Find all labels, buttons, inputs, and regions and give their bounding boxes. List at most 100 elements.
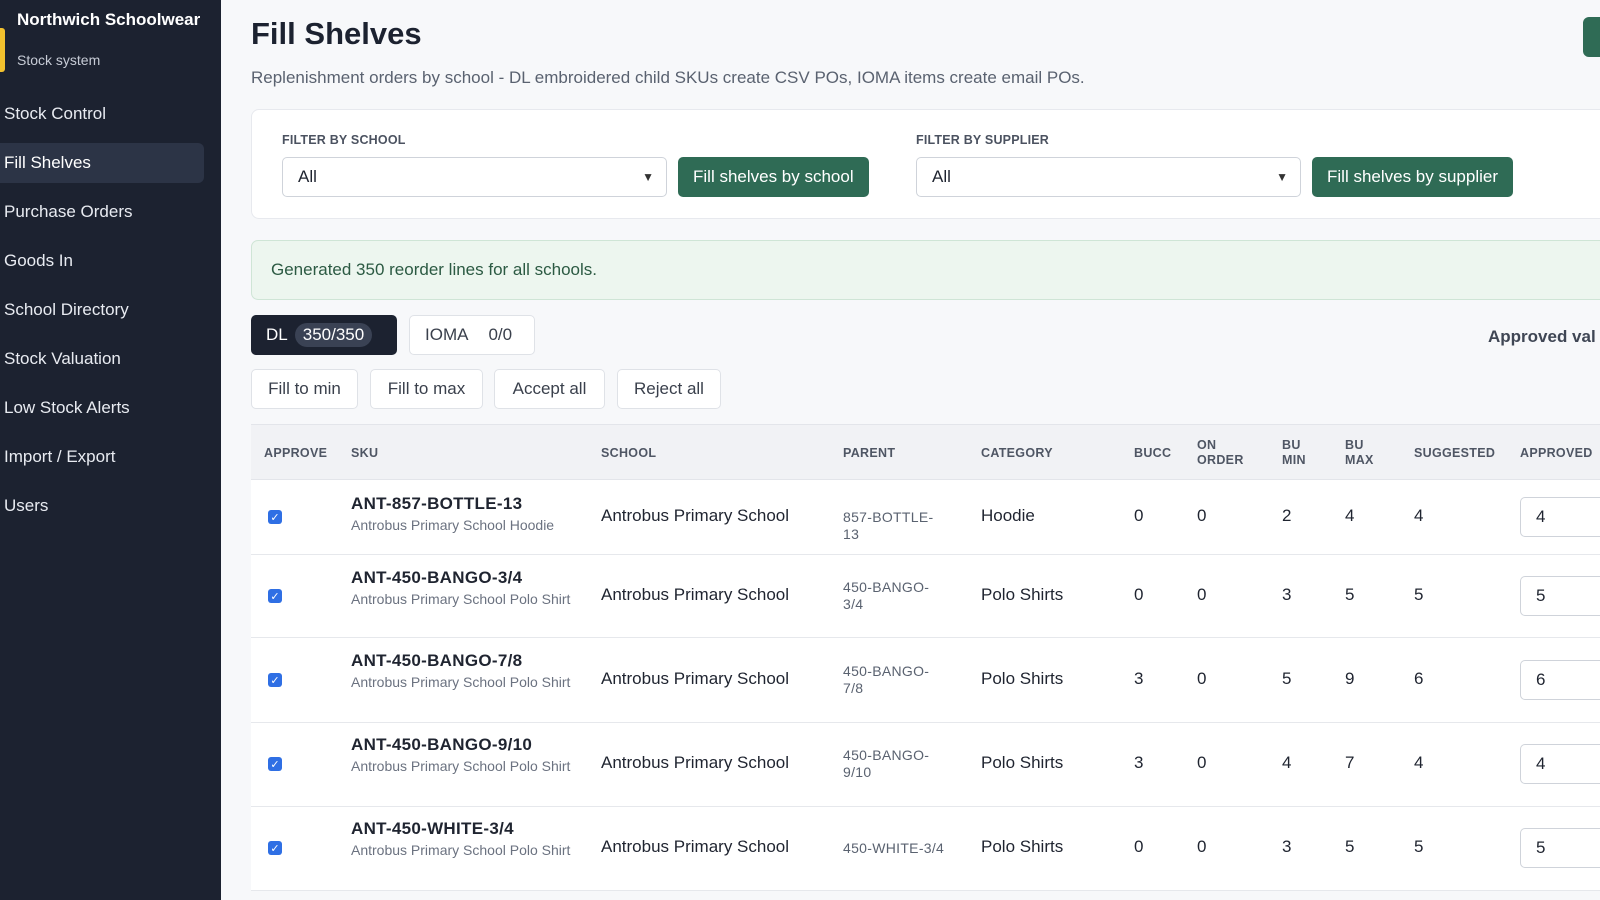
- approved-value-label: Approved val: [1488, 327, 1596, 346]
- sidebar-item-purchase-orders[interactable]: Purchase Orders: [0, 192, 204, 232]
- sidebar-item-stock-control[interactable]: Stock Control: [0, 94, 204, 134]
- school-cell: Antrobus Primary School: [601, 753, 790, 772]
- col-bu-min: BU MIN: [1282, 438, 1306, 467]
- sidebar-item-stock-valuation[interactable]: Stock Valuation: [0, 339, 204, 379]
- approved-input[interactable]: 5: [1520, 576, 1600, 616]
- on-order-cell: 0: [1197, 837, 1207, 856]
- table-row: ✓ ANT-450-BANGO-7/8 Antrobus Primary Sch…: [251, 638, 1600, 723]
- approve-checkbox[interactable]: ✓: [268, 510, 282, 524]
- school-cell: Antrobus Primary School: [601, 837, 790, 856]
- suggested-cell: 5: [1414, 585, 1424, 604]
- approve-checkbox[interactable]: ✓: [268, 673, 282, 687]
- school-select-value: All: [298, 167, 317, 186]
- approve-checkbox[interactable]: ✓: [268, 757, 282, 771]
- category-cell: Polo Shirts: [981, 753, 1064, 772]
- sku-cell: ANT-450-WHITE-3/4 Antrobus Primary Schoo…: [351, 819, 576, 859]
- check-icon: ✓: [268, 510, 282, 524]
- category-cell: Hoodie: [981, 506, 1035, 525]
- bu-max-cell: 5: [1345, 837, 1355, 856]
- sidebar-item-fill-shelves[interactable]: Fill Shelves: [0, 143, 204, 183]
- brand-subtitle: Stock system: [17, 52, 101, 68]
- bu-min-cell: 2: [1282, 506, 1292, 525]
- school-filter-label: FILTER BY SCHOOL: [282, 133, 406, 147]
- bucc-cell: 0: [1134, 837, 1144, 856]
- approved-input-wrap: 6: [1520, 660, 1600, 700]
- sidebar-nav: Stock Control Fill Shelves Purchase Orde…: [0, 94, 221, 535]
- sku-description: Antrobus Primary School Polo Shirt: [351, 758, 571, 774]
- parent-cell: 450-BANGO-7/8: [843, 663, 930, 696]
- sku-code: ANT-450-BANGO-9/10: [351, 735, 533, 754]
- school-cell: Antrobus Primary School: [601, 506, 790, 525]
- col-category: CATEGORY: [981, 445, 1053, 460]
- supplier-select-value: All: [932, 167, 951, 186]
- tab-ioma-count: 0/0: [488, 325, 513, 344]
- bu-max-cell: 7: [1345, 753, 1355, 772]
- chevron-down-icon: ▼: [642, 170, 654, 184]
- col-on-order: ON ORDER: [1197, 438, 1244, 467]
- category-cell: Polo Shirts: [981, 585, 1064, 604]
- sku-code: ANT-450-BANGO-7/8: [351, 651, 523, 670]
- parent-cell: 450-WHITE-3/4: [843, 840, 945, 856]
- tab-dl[interactable]: DL 350/350: [251, 315, 397, 355]
- success-alert: Generated 350 reorder lines for all scho…: [251, 240, 1600, 300]
- header-action-button[interactable]: [1583, 17, 1600, 57]
- fill-to-min-button[interactable]: Fill to min: [251, 369, 358, 409]
- sku-cell: ANT-450-BANGO-3/4 Antrobus Primary Schoo…: [351, 568, 576, 608]
- bu-min-cell: 3: [1282, 585, 1292, 604]
- sku-description: Antrobus Primary School Polo Shirt: [351, 674, 571, 690]
- sku-description: Antrobus Primary School Polo Shirt: [351, 842, 571, 858]
- accept-all-button[interactable]: Accept all: [494, 369, 605, 409]
- col-approve: APPROVE: [264, 445, 328, 460]
- fill-by-supplier-button[interactable]: Fill shelves by supplier: [1312, 157, 1514, 197]
- check-icon: ✓: [268, 673, 282, 687]
- approved-input[interactable]: 4: [1520, 497, 1600, 537]
- bucc-cell: 3: [1134, 669, 1144, 688]
- approved-input[interactable]: 5: [1520, 828, 1600, 868]
- approved-input[interactable]: 4: [1520, 744, 1600, 784]
- filter-card: FILTER BY SCHOOL All ▼ Fill shelves by s…: [251, 109, 1600, 219]
- check-icon: ✓: [268, 589, 282, 603]
- bu-max-cell: 9: [1345, 669, 1355, 688]
- col-parent: PARENT: [843, 445, 896, 460]
- category-cell: Polo Shirts: [981, 837, 1064, 856]
- tab-dl-label: DL: [266, 325, 288, 344]
- bucc-cell: 3: [1134, 753, 1144, 772]
- school-select[interactable]: All ▼: [282, 157, 667, 197]
- sidebar-item-goods-in[interactable]: Goods In: [0, 241, 204, 281]
- sidebar-item-import-export[interactable]: Import / Export: [0, 437, 204, 477]
- approved-input[interactable]: 6: [1520, 660, 1600, 700]
- suggested-cell: 4: [1414, 506, 1424, 525]
- bucc-cell: 0: [1134, 585, 1144, 604]
- col-approved: APPROVED: [1520, 445, 1593, 460]
- approve-checkbox[interactable]: ✓: [268, 841, 282, 855]
- parent-cell: 450-BANGO-3/4: [843, 579, 930, 612]
- sidebar-item-low-stock-alerts[interactable]: Low Stock Alerts: [0, 388, 204, 428]
- page-subtitle: Replenishment orders by school - DL embr…: [251, 68, 1085, 87]
- col-suggested: SUGGESTED: [1414, 445, 1496, 460]
- supplier-filter-label: FILTER BY SUPPLIER: [916, 133, 1050, 147]
- main-content: Fill Shelves Replenishment orders by sch…: [221, 0, 1600, 900]
- tab-ioma[interactable]: IOMA 0/0: [409, 315, 535, 355]
- sku-code: ANT-450-WHITE-3/4: [351, 819, 514, 838]
- sidebar: Northwich Schoolwear Stock system Stock …: [0, 0, 221, 900]
- fill-to-max-button[interactable]: Fill to max: [370, 369, 483, 409]
- bu-min-cell: 3: [1282, 837, 1292, 856]
- sku-cell: ANT-450-BANGO-7/8 Antrobus Primary Schoo…: [351, 651, 576, 691]
- supplier-select[interactable]: All ▼: [916, 157, 1301, 197]
- table-header: APPROVE SKU SCHOOL PARENT CATEGORY BUCC …: [251, 424, 1600, 480]
- suggested-cell: 5: [1414, 837, 1424, 856]
- check-icon: ✓: [268, 841, 282, 855]
- brand: Northwich Schoolwear Stock system: [0, 10, 221, 72]
- reject-all-button[interactable]: Reject all: [617, 369, 721, 409]
- reorder-table: APPROVE SKU SCHOOL PARENT CATEGORY BUCC …: [251, 424, 1600, 891]
- suggested-cell: 4: [1414, 753, 1424, 772]
- sidebar-item-school-directory[interactable]: School Directory: [0, 290, 204, 330]
- approved-input-wrap: 5: [1520, 576, 1600, 616]
- approve-checkbox[interactable]: ✓: [268, 589, 282, 603]
- school-cell: Antrobus Primary School: [601, 585, 790, 604]
- fill-by-school-button[interactable]: Fill shelves by school: [678, 157, 869, 197]
- on-order-cell: 0: [1197, 506, 1207, 525]
- sku-code: ANT-450-BANGO-3/4: [351, 568, 523, 587]
- sidebar-item-users[interactable]: Users: [0, 486, 204, 526]
- bu-max-cell: 5: [1345, 585, 1355, 604]
